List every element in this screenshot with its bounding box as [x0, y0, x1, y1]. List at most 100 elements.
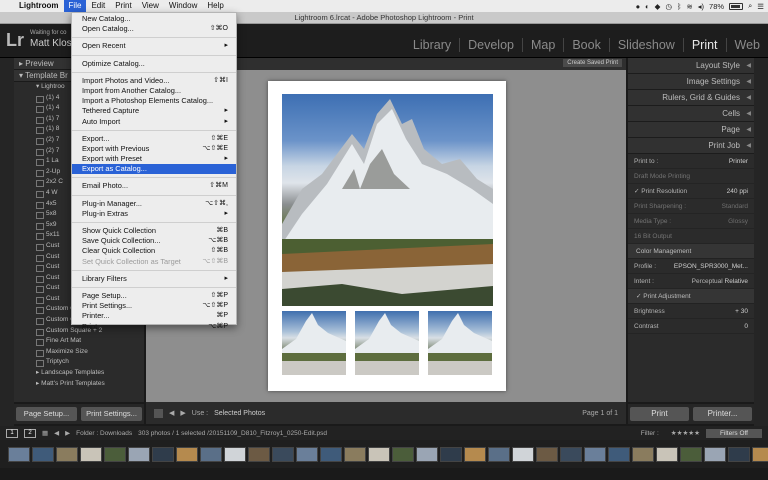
window-1-button[interactable]: 1	[6, 428, 18, 438]
filmstrip-thumb[interactable]	[560, 446, 582, 462]
file-menu-item[interactable]: Open Recent ▸	[72, 41, 236, 51]
spotlight-icon[interactable]: ⌕	[748, 1, 752, 11]
filmstrip-thumb[interactable]	[632, 446, 654, 462]
file-menu-item[interactable]: Export with Preset ▸	[72, 154, 236, 164]
template-item[interactable]: Fine Art Mat	[14, 336, 144, 347]
list-icon[interactable]: ☰	[757, 2, 764, 11]
filmstrip-thumb[interactable]	[176, 446, 198, 462]
status-icon[interactable]: ●	[636, 2, 641, 11]
grid-icon[interactable]: ▦	[42, 429, 48, 437]
filmstrip-thumb[interactable]	[704, 446, 726, 462]
menu-window[interactable]: Window	[164, 0, 202, 12]
file-menu-item[interactable]: Plug-in Extras ▸	[72, 209, 236, 219]
photo-cell-main[interactable]	[282, 94, 493, 306]
status-icon[interactable]: ◐	[645, 2, 650, 11]
filmstrip-thumb[interactable]	[368, 446, 390, 462]
filmstrip-thumb[interactable]	[80, 446, 102, 462]
filmstrip-thumb[interactable]	[296, 446, 318, 462]
template-item[interactable]: Triptych	[14, 357, 144, 368]
profile-row[interactable]: Profile : EPSON_SPR3000_Met...	[628, 259, 754, 274]
filmstrip-thumb[interactable]	[224, 446, 246, 462]
filmstrip-thumb[interactable]	[656, 446, 678, 462]
photo-cell-1[interactable]	[282, 311, 346, 375]
back-icon[interactable]: ◀	[54, 429, 59, 437]
file-menu-item[interactable]: Optimize Catalog...	[72, 59, 236, 69]
filmstrip-thumb[interactable]	[8, 446, 30, 462]
module-develop[interactable]: Develop	[459, 38, 522, 52]
status-icon[interactable]: ◆	[655, 2, 661, 11]
rating-filter-icon[interactable]: ★★★★★	[671, 429, 700, 437]
filmstrip-thumb[interactable]	[512, 446, 534, 462]
filmstrip-thumb[interactable]	[608, 446, 630, 462]
menu-view[interactable]: View	[137, 0, 164, 12]
left-panel-edge[interactable]	[0, 58, 14, 428]
filmstrip-thumb[interactable]	[272, 446, 294, 462]
module-print[interactable]: Print	[682, 38, 726, 52]
filmstrip-thumb[interactable]	[200, 446, 222, 462]
file-menu-item[interactable]: Export... ⇧⌘E	[72, 134, 236, 144]
menu-app[interactable]: Lightroom	[14, 0, 64, 12]
file-menu-item[interactable]: Tethered Capture ▸	[72, 106, 236, 116]
section-rulers[interactable]: Rulers, Grid & Guides	[628, 90, 754, 106]
file-menu-item[interactable]: Import from Another Catalog...	[72, 86, 236, 96]
file-menu-item[interactable]: Import Photos and Video... ⇧⌘I	[72, 76, 236, 86]
battery-icon[interactable]	[729, 2, 744, 10]
template-item[interactable]: Maximize Size	[14, 347, 144, 358]
filmstrip-thumb[interactable]	[440, 446, 462, 462]
filmstrip-thumb[interactable]	[32, 446, 54, 462]
print-button[interactable]: Print	[630, 407, 689, 421]
stop-icon[interactable]	[154, 408, 163, 418]
menu-file[interactable]: File	[63, 0, 87, 12]
window-2-button[interactable]: 2	[24, 428, 36, 438]
filmstrip-thumb[interactable]	[728, 446, 750, 462]
filmstrip-thumb[interactable]	[584, 446, 606, 462]
module-slideshow[interactable]: Slideshow	[608, 38, 683, 52]
print-settings-button[interactable]: Print Settings...	[81, 407, 142, 421]
first-page-icon[interactable]: ◀	[169, 409, 174, 417]
filmstrip-thumb[interactable]	[680, 446, 702, 462]
wifi-icon[interactable]: ≋	[686, 2, 692, 11]
module-book[interactable]: Book	[563, 38, 609, 52]
file-menu-item[interactable]: Printer... ⌘P	[72, 311, 236, 321]
print-resolution-checkbox[interactable]: ✓ Print Resolution 240 ppi	[628, 184, 754, 199]
template-group-matt[interactable]: ▸ Matt's Print Templates	[14, 379, 144, 390]
file-menu-item[interactable]: Clear Quick Collection ⇧⌘B	[72, 246, 236, 256]
bit-output-checkbox[interactable]: 16 Bit Output	[628, 229, 754, 244]
section-image-settings[interactable]: Image Settings	[628, 74, 754, 90]
file-menu-item[interactable]: Library Filters ▸	[72, 274, 236, 284]
filmstrip-thumb[interactable]	[320, 446, 342, 462]
filmstrip-thumb[interactable]	[392, 446, 414, 462]
file-menu-item[interactable]: Show Quick Collection ⌘B	[72, 226, 236, 236]
filmstrip-thumb[interactable]	[152, 446, 174, 462]
file-menu-item[interactable]: Export as Catalog...	[72, 164, 236, 175]
photo-cell-2[interactable]	[355, 311, 419, 375]
menu-help[interactable]: Help	[202, 0, 228, 12]
filmstrip-thumb[interactable]	[416, 446, 438, 462]
volume-icon[interactable]: ◂)	[698, 2, 704, 11]
next-page-icon[interactable]: ▶	[180, 409, 185, 417]
section-page[interactable]: Page	[628, 122, 754, 138]
photo-cell-3[interactable]	[428, 311, 492, 375]
file-menu-item[interactable]: Page Setup... ⇧⌘P	[72, 291, 236, 301]
file-menu-item[interactable]: Print Settings... ⌥⇧⌘P	[72, 301, 236, 311]
module-map[interactable]: Map	[522, 38, 563, 52]
file-menu-item[interactable]: Print ⌥⌘P	[72, 322, 236, 332]
file-menu-item[interactable]: Auto Import ▸	[72, 117, 236, 127]
right-panel-edge[interactable]	[754, 58, 768, 428]
brightness-slider[interactable]: Brightness + 30	[628, 304, 754, 319]
filmstrip-thumb[interactable]	[56, 446, 78, 462]
create-saved-print-button[interactable]: Create Saved Print	[563, 59, 622, 67]
file-menu-item[interactable]: Open Catalog... ⇧⌘O	[72, 24, 236, 34]
print-sharpening-row[interactable]: Print Sharpening : Standard	[628, 199, 754, 214]
file-menu-item[interactable]: Import a Photoshop Elements Catalog...	[72, 96, 236, 106]
section-cells[interactable]: Cells	[628, 106, 754, 122]
filmstrip-thumb[interactable]	[128, 446, 150, 462]
template-group-landscape[interactable]: ▸ Landscape Templates	[14, 368, 144, 379]
draft-mode-checkbox[interactable]: Draft Mode Printing	[628, 169, 754, 184]
timemachine-icon[interactable]: ◷	[665, 2, 672, 11]
bluetooth-icon[interactable]: ᛒ	[677, 2, 682, 11]
source-folder[interactable]: Folder : Downloads	[76, 430, 132, 437]
section-print-job[interactable]: Print Job	[628, 138, 754, 154]
print-to-row[interactable]: Print to : Printer	[628, 154, 754, 169]
filmstrip-thumb[interactable]	[488, 446, 510, 462]
